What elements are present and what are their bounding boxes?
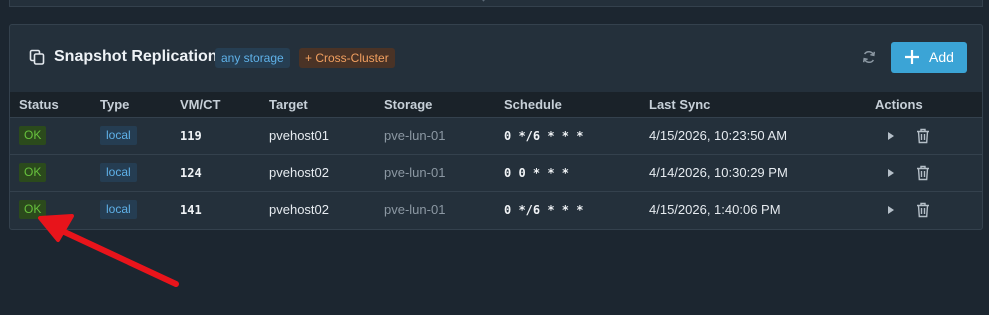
add-button-label: Add: [929, 49, 954, 65]
cross-cluster-badge[interactable]: + Cross-Cluster: [299, 48, 395, 68]
vmct-id: 124: [180, 165, 202, 180]
refresh-icon[interactable]: [862, 50, 876, 64]
column-target[interactable]: Target: [269, 92, 384, 117]
schedule-cron: 0 0 * * *: [504, 165, 570, 180]
snapshot-replication-card: Snapshot Replication any storage + Cross…: [9, 24, 983, 230]
row-actions: [875, 117, 982, 154]
play-icon[interactable]: [886, 167, 896, 179]
chevron-down-icon: [478, 0, 489, 2]
vmct-id: 141: [180, 202, 202, 217]
status-badge: OK: [19, 126, 47, 145]
column-schedule[interactable]: Schedule: [504, 92, 649, 117]
replication-table: Status Type VM/CT Target Storage Schedul…: [10, 92, 982, 228]
table-header-row: Status Type VM/CT Target Storage Schedul…: [10, 92, 982, 117]
trash-icon[interactable]: [916, 128, 930, 144]
last-sync: 4/15/2026, 1:40:06 PM: [649, 202, 781, 218]
column-actions: Actions: [875, 96, 923, 112]
column-storage[interactable]: Storage: [384, 92, 504, 117]
status-badge: OK: [19, 200, 47, 220]
card-title: Snapshot Replication: [54, 48, 218, 65]
plus-icon: [905, 50, 919, 64]
storage-badge: any storage: [215, 48, 290, 68]
add-button[interactable]: Add: [891, 42, 967, 73]
target-host: pvehost02: [269, 202, 329, 218]
type-badge: local: [100, 126, 137, 145]
play-icon[interactable]: [886, 204, 896, 216]
storage-name: pve-lun-01: [384, 128, 446, 143]
schedule-cron: 0 */6 * * *: [504, 128, 584, 143]
row-actions: [875, 154, 982, 191]
copy-icon: [29, 49, 45, 65]
table-row[interactable]: OK local 119 pvehost01 pve-lun-01 0 */6 …: [10, 117, 982, 154]
type-badge: local: [100, 163, 137, 182]
type-badge: local: [100, 200, 137, 220]
trash-icon[interactable]: [916, 165, 930, 181]
column-type[interactable]: Type: [100, 92, 180, 117]
vmct-id: 119: [180, 128, 202, 143]
column-last-sync[interactable]: Last Sync: [649, 92, 875, 117]
target-host: pvehost01: [269, 128, 329, 143]
row-actions: [875, 191, 982, 228]
table-row[interactable]: OK local 141 pvehost02 pve-lun-01 0 */6 …: [10, 191, 982, 228]
status-badge: OK: [19, 163, 47, 182]
table-row[interactable]: OK local 124 pvehost02 pve-lun-01 0 0 * …: [10, 154, 982, 191]
storage-name: pve-lun-01: [384, 165, 446, 180]
play-icon[interactable]: [886, 130, 896, 142]
last-sync: 4/15/2026, 10:23:50 AM: [649, 128, 788, 143]
card-header: Snapshot Replication any storage + Cross…: [10, 25, 982, 91]
column-vmct[interactable]: VM/CT: [180, 92, 269, 117]
target-host: pvehost02: [269, 165, 329, 180]
last-sync: 4/14/2026, 10:30:29 PM: [649, 165, 788, 180]
trash-icon[interactable]: [916, 202, 930, 218]
storage-name: pve-lun-01: [384, 202, 446, 218]
schedule-cron: 0 */6 * * *: [504, 202, 584, 217]
previous-panel: [9, 0, 983, 7]
column-status[interactable]: Status: [10, 92, 100, 117]
